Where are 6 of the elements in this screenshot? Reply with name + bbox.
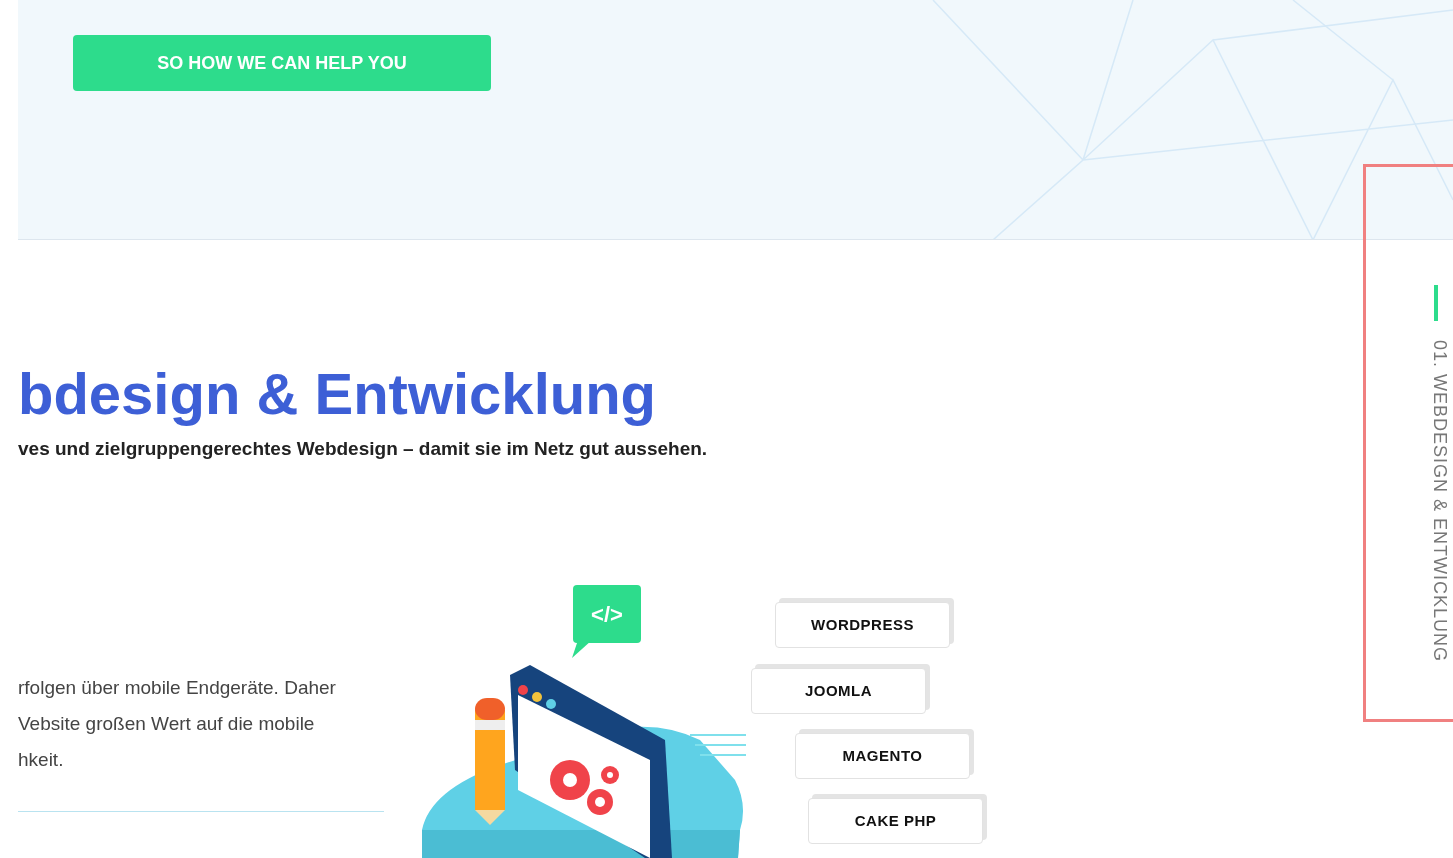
section-heading: bdesign & Entwicklung [18, 360, 658, 428]
body-paragraph: rfolgen über mobile Endgeräte. Daher Vebsite großen Wert auf die mobile hkeit. [18, 676, 336, 772]
code-symbol: </> [591, 600, 623, 629]
active-indicator [1434, 285, 1438, 321]
section-subtitle: ves und zielgruppengerechtes Webdesign – damit sie im Netz gut aussehen. [18, 436, 708, 461]
side-nav-link[interactable]: 01. WEBDESIGN & ENTWICKLUNG [1426, 340, 1453, 663]
